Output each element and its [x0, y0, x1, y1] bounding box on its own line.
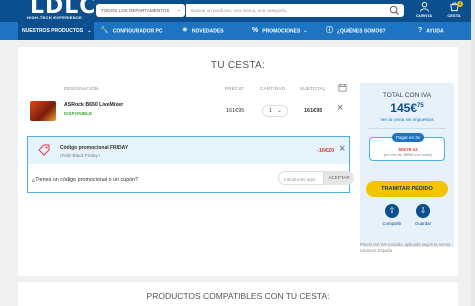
page-scrollbar[interactable]: [471, 0, 475, 306]
nav-label: ¿QUIÉNES SOMOS?: [337, 28, 386, 35]
promo-section: Código promocional FRIDAY ¡Feliz Black F…: [27, 136, 354, 193]
cart-label: CESTA: [447, 13, 461, 18]
cart-count-badge: 1: [457, 1, 463, 7]
col-subtotal: SUBTOTAL: [300, 86, 326, 91]
nav-help[interactable]: ? AYUDA: [418, 22, 444, 40]
product-price: 161€95: [226, 108, 245, 114]
nav-label: NUESTROS PRODUCTOS: [22, 28, 84, 34]
total-integer: 145€: [390, 101, 417, 115]
nav-promotions[interactable]: % PROMOCIONES ⌄: [252, 22, 308, 40]
nav-label: CONFIGURADOR PC: [112, 28, 163, 35]
save-cart-button[interactable]: ⇩ Guardar: [408, 204, 438, 226]
account-button[interactable]: CUENTA: [413, 1, 435, 22]
cart-panel: TU CESTA: DESIGNACIÓN PRECIO CANTIDAD SU…: [18, 47, 458, 276]
order-summary: TOTAL CON IVA 145€75 Ver la cesta sin im…: [360, 83, 454, 247]
share-icon: ⇧: [385, 204, 399, 218]
applied-promo: Código promocional FRIDAY ¡Feliz Black F…: [28, 137, 349, 164]
compatible-products-title: PRODUCTOS COMPATIBLES CON TU CESTA:: [146, 291, 330, 301]
quantity-select[interactable]: 1 ⌄: [262, 105, 288, 117]
total-value: 145€75: [360, 101, 454, 115]
chevron-down-icon: ⌄: [276, 108, 282, 114]
nav-label: PROMOCIONES: [262, 28, 301, 35]
chevron-down-icon: ⌄: [176, 7, 181, 13]
sparkle-icon: ✴: [182, 27, 188, 34]
cart-button[interactable]: CESTA 1: [443, 1, 465, 22]
promo-code-input[interactable]: Introducirlo aquí: [278, 171, 324, 185]
promo-subtitle: ¡Feliz Black Friday !: [60, 153, 101, 158]
financing-note: (en vez de 48€58 con coste): [384, 153, 432, 157]
remove-item-icon[interactable]: ×: [337, 103, 343, 114]
search-placeholder: Buscar un producto, una marca, una categ…: [191, 8, 290, 13]
col-quantity: CANTIDAD: [260, 86, 286, 91]
promo-discount: -16€20: [317, 148, 335, 154]
page-title: TU CESTA:: [210, 60, 266, 71]
financing-box[interactable]: Pagar en 3x 50€76 x3 (en vez de 48€58 co…: [369, 133, 445, 161]
divider: [368, 128, 446, 129]
nav-label: NOVEDADES: [191, 28, 224, 35]
nav-label: AYUDA: [426, 28, 444, 35]
quantity-value: 1: [269, 108, 272, 114]
departments-label: TODOS LOS DEPARTAMENTOS: [101, 8, 170, 13]
product-thumbnail[interactable]: [30, 101, 56, 121]
search-icon[interactable]: [389, 5, 400, 16]
chevron-down-icon: ⌄: [303, 28, 308, 35]
wrench-icon: 🔧: [100, 27, 109, 34]
total-label: TOTAL CON IVA: [382, 92, 432, 99]
download-icon: ⇩: [416, 204, 430, 218]
share-label: Compartir: [382, 221, 402, 226]
share-button[interactable]: ⇧ Compartir: [377, 204, 407, 226]
top-header: LDLC HIGH-TECH EXPERIENCE TODOS LOS DEPA…: [0, 0, 475, 22]
vat-note: Precio con IVA incluido, aplicado según …: [360, 242, 451, 253]
nav-news[interactable]: ✴ NOVEDADES: [182, 22, 224, 40]
col-price: PRECIO: [225, 86, 244, 91]
checkout-button[interactable]: TRAMITAR PEDIDO: [366, 181, 448, 197]
percent-icon: %: [252, 27, 259, 34]
col-designation: DESIGNACIÓN: [64, 86, 99, 91]
promo-code-question: ¿Tienes un código promocional o un cupón…: [32, 177, 139, 183]
nav-pc-configurator[interactable]: 🔧 CONFIGURADOR PC: [100, 22, 162, 40]
product-name[interactable]: ASRock B650 LiveMixer: [64, 102, 123, 108]
tag-icon: [38, 144, 50, 156]
info-icon: ⓘ: [326, 27, 333, 34]
chevron-down-icon: ⌄: [87, 28, 92, 34]
remove-promo-icon[interactable]: ×: [339, 144, 345, 155]
apply-code-button[interactable]: ACEPTAR: [324, 171, 354, 185]
nav-our-products[interactable]: NUESTROS PRODUCTOS ⌄: [18, 22, 94, 40]
calendar-icon[interactable]: [338, 83, 347, 92]
user-icon: [419, 1, 429, 12]
promo-title: Código promocional FRIDAY: [60, 145, 129, 151]
financing-amount: 50€76 x3: [398, 147, 418, 152]
account-label: CUENTA: [415, 13, 433, 18]
search-input[interactable]: Buscar un producto, una marca, una categ…: [186, 4, 404, 17]
save-label: Guardar: [414, 221, 432, 226]
question-icon: ?: [418, 27, 423, 34]
view-without-tax-link[interactable]: Ver la cesta sin impuestos: [360, 117, 454, 122]
total-decimals: 75: [417, 103, 424, 109]
stock-status: DISPONIBLE: [64, 111, 93, 116]
ldlc-logo[interactable]: LDLC HIGH-TECH EXPERIENCE: [24, 0, 95, 22]
financing-pill: Pagar en 3x: [392, 133, 424, 142]
departments-dropdown[interactable]: TODOS LOS DEPARTAMENTOS ⌄: [96, 4, 185, 17]
product-subtotal: 161€95: [304, 108, 323, 114]
main-nav: NUESTROS PRODUCTOS ⌄ 🔧 CONFIGURADOR PC ✴ N…: [0, 22, 475, 40]
nav-about[interactable]: ⓘ ¿QUIÉNES SOMOS?: [326, 22, 386, 40]
logo-tagline: HIGH-TECH EXPERIENCE: [27, 15, 83, 20]
compatible-products-section: PRODUCTOS COMPATIBLES CON TU CESTA:: [18, 282, 458, 306]
